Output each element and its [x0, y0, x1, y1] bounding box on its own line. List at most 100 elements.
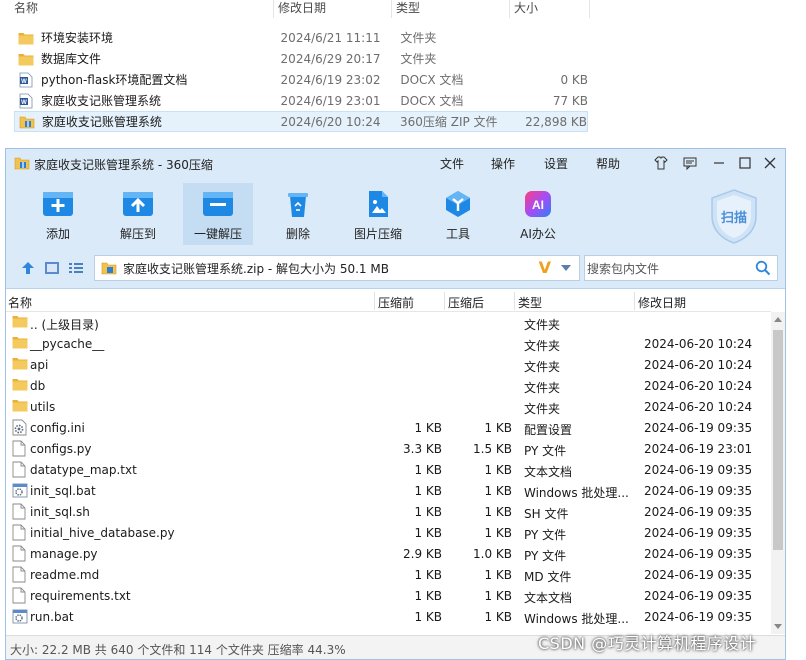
explorer-file-date: 2024/6/21 11:11 [280, 30, 381, 45]
menu-settings[interactable]: 设置 [544, 155, 568, 172]
menu-operation[interactable]: 操作 [491, 155, 515, 172]
explorer-column-header: 名称 修改日期 类型 大小 [0, 0, 600, 18]
file-icon [12, 545, 28, 562]
entry-modified: 2024-06-19 09:35 [644, 463, 753, 477]
col-header-after[interactable]: 压缩后 [448, 294, 484, 311]
archive-entry-row[interactable]: manage.py 2.9 KB 1.0 KB PY 文件 2024-06-19 09:… [6, 543, 771, 564]
folder-icon [12, 335, 28, 352]
search-input[interactable] [587, 260, 747, 278]
archive-entry-row[interactable]: initial_hive_database.py 1 KB 1 KB PY 文件 202… [6, 522, 771, 543]
entry-type: Windows 批处理... [524, 612, 629, 626]
entry-size-before: 1 KB [414, 568, 442, 582]
view-thumbnail-icon[interactable] [44, 261, 60, 275]
archive-entry-row[interactable]: init_sql.bat 1 KB 1 KB Windows 批处理... 2024-0… [6, 480, 771, 501]
column-date[interactable]: 修改日期 [274, 0, 392, 18]
entry-type: SH 文件 [524, 507, 569, 521]
folder-icon [12, 314, 28, 331]
column-name[interactable]: 名称 [0, 0, 274, 18]
tools-button[interactable]: 工具 [423, 183, 493, 245]
verified-icon[interactable]: V [539, 258, 551, 277]
word-doc-icon: W [17, 93, 35, 109]
col-header-name[interactable]: 名称 [8, 294, 32, 311]
archive-path-field[interactable]: 家庭收支记账管理系统.zip - 解包大小为 50.1 MB V [94, 255, 580, 281]
entry-name: __pycache__ [30, 337, 105, 351]
explorer-file-size: 77 KB [552, 93, 588, 108]
folder-icon [12, 377, 28, 394]
column-size[interactable]: 大小 [510, 0, 590, 18]
explorer-file-name: python-flask环境配置文档 [40, 73, 188, 87]
delete-button[interactable]: 删除 [263, 183, 333, 245]
explorer-file-row[interactable]: W 家庭收支记账管理系统 2024/6/19 23:01 DOCX 文档 77 KB [14, 90, 588, 111]
entry-name: datatype_map.txt [30, 463, 137, 477]
window-title: 家庭收支记账管理系统 - 360压缩 [34, 158, 213, 172]
explorer-file-row[interactable]: 数据库文件 2024/6/29 20:17 文件夹 [14, 48, 588, 69]
minimize-icon[interactable] [710, 154, 728, 172]
view-list-icon[interactable] [68, 261, 84, 275]
col-header-modified[interactable]: 修改日期 [638, 294, 686, 311]
image-compress-button[interactable]: 图片压缩 [343, 183, 413, 245]
feedback-icon[interactable] [681, 154, 699, 172]
entry-type: 文件夹 [524, 360, 561, 374]
archive-entry-row[interactable]: api 文件夹 2024-06-20 10:24 [6, 354, 771, 375]
delete-icon [288, 193, 308, 217]
vertical-scrollbar[interactable] [771, 312, 785, 634]
entry-type: PY 文件 [524, 444, 567, 458]
entry-size-before: 1 KB [414, 610, 442, 624]
skin-icon[interactable] [652, 154, 670, 172]
file-list: .. (上级目录) 文件夹 __pycache__ 文件夹 2024-06-20 10:… [6, 312, 771, 632]
svg-text:AI: AI [532, 198, 544, 212]
archive-entry-row[interactable]: datatype_map.txt 1 KB 1 KB 文本文档 2024-06-19 0… [6, 459, 771, 480]
title-bar[interactable]: 家庭收支记账管理系统 - 360压缩 文件 操作 设置 帮助 [6, 149, 785, 177]
folder-icon [12, 356, 28, 373]
ai-office-button[interactable]: AI AI办公 [503, 183, 573, 245]
zip-app-icon [14, 157, 30, 170]
tools-label: 工具 [445, 227, 470, 241]
explorer-file-row[interactable]: 环境安装环境 2024/6/21 11:11 文件夹 [14, 27, 588, 48]
col-header-type[interactable]: 类型 [518, 294, 542, 311]
explorer-file-size: 22,898 KB [525, 114, 587, 129]
column-type[interactable]: 类型 [392, 0, 510, 18]
entry-size-after: 1 KB [484, 568, 512, 582]
add-icon [43, 192, 73, 216]
file-icon [12, 461, 28, 478]
explorer-file-row[interactable]: 家庭收支记账管理系统 2024/6/20 10:24 360压缩 ZIP 文件 22,… [14, 111, 588, 132]
up-arrow-icon[interactable] [20, 261, 36, 275]
close-icon[interactable] [761, 154, 779, 172]
scan-button[interactable]: 扫描 [706, 187, 762, 245]
zip-archive-icon [18, 114, 36, 130]
extract-to-icon [123, 192, 153, 216]
archive-entry-row[interactable]: .. (上级目录) 文件夹 [6, 312, 771, 333]
maximize-icon[interactable] [736, 154, 754, 172]
explorer-file-date: 2024/6/29 20:17 [280, 51, 381, 66]
extract-to-button[interactable]: 解压到 [103, 183, 173, 245]
menu-help[interactable]: 帮助 [596, 155, 620, 172]
menu-file[interactable]: 文件 [440, 155, 464, 172]
scroll-up-icon[interactable] [774, 317, 782, 322]
entry-type: PY 文件 [524, 549, 567, 563]
entry-type: 文件夹 [524, 402, 561, 416]
entry-modified: 2024-06-20 10:24 [644, 358, 753, 372]
search-icon[interactable] [755, 260, 771, 276]
archive-entry-row[interactable]: utils 文件夹 2024-06-20 10:24 [6, 396, 771, 417]
col-header-before[interactable]: 压缩前 [378, 294, 414, 311]
scroll-down-icon[interactable] [774, 624, 782, 629]
archive-entry-row[interactable]: readme.md 1 KB 1 KB MD 文件 2024-06-19 09:35 [6, 564, 771, 585]
entry-name: initial_hive_database.py [30, 526, 175, 540]
entry-size-before: 1 KB [414, 484, 442, 498]
archive-entry-row[interactable]: config.ini 1 KB 1 KB 配置设置 2024-06-19 09:35 [6, 417, 771, 438]
path-dropdown-icon[interactable] [561, 265, 571, 271]
add-button[interactable]: 添加 [23, 183, 93, 245]
explorer-file-row[interactable]: Wpython-flask环境配置文档 2024/6/19 23:02 DOCX 文… [14, 69, 588, 90]
scroll-thumb[interactable] [773, 330, 783, 550]
one-click-extract-button[interactable]: 一键解压 [183, 183, 253, 245]
config-file-icon [12, 419, 28, 436]
entry-modified: 2024-06-19 23:01 [644, 442, 753, 456]
archive-entry-row[interactable]: requirements.txt 1 KB 1 KB 文本文档 2024-06-19 0… [6, 585, 771, 606]
explorer-file-date: 2024/6/20 10:24 [280, 114, 381, 129]
archive-entry-row[interactable]: __pycache__ 文件夹 2024-06-20 10:24 [6, 333, 771, 354]
archive-path-text: 家庭收支记账管理系统.zip - 解包大小为 50.1 MB [123, 261, 389, 276]
archive-entry-row[interactable]: configs.py 3.3 KB 1.5 KB PY 文件 2024-06-19 23… [6, 438, 771, 459]
archive-entry-row[interactable]: init_sql.sh 1 KB 1 KB SH 文件 2024-06-19 09:35 [6, 501, 771, 522]
archive-entry-row[interactable]: run.bat 1 KB 1 KB Windows 批处理... 2024-06-19 … [6, 606, 771, 627]
archive-entry-row[interactable]: db 文件夹 2024-06-20 10:24 [6, 375, 771, 396]
